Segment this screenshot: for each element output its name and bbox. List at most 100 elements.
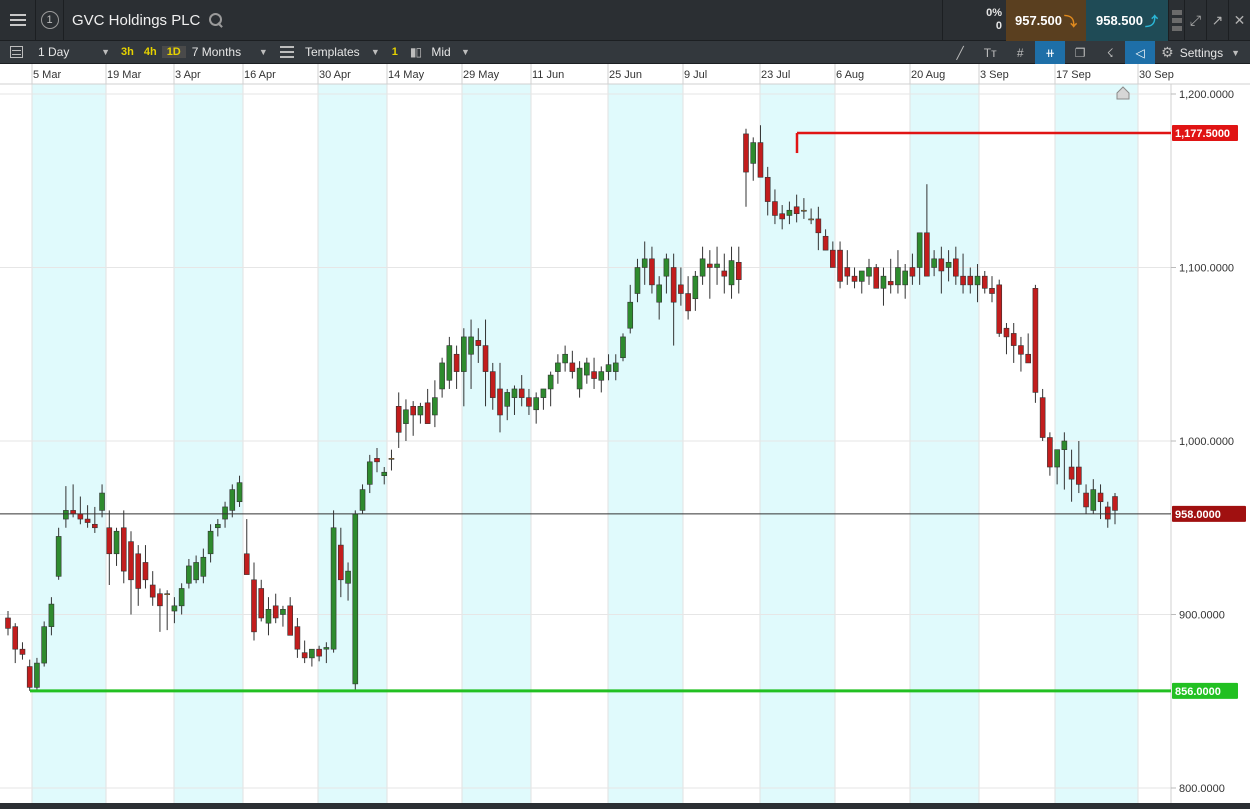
- candle-body: [34, 662, 40, 688]
- arrow-up-icon: ⤴: [1144, 13, 1158, 29]
- period-band: [1055, 84, 1138, 803]
- title-bar: 1 GVC Holdings PLC 0% 0 957.500 ⤵ 958.50…: [0, 0, 1250, 41]
- price-type-select[interactable]: ▮▯ Mid ▼: [404, 41, 476, 64]
- templates-select[interactable]: Templates ▼: [274, 41, 386, 64]
- candle-body: [135, 553, 142, 589]
- price-chart[interactable]: 5 Mar 19 Mar 3 Apr 16 Apr 30 Apr 14 May 29 May…: [0, 64, 1250, 809]
- candle-body: [475, 340, 482, 346]
- candle-body: [489, 371, 496, 398]
- chart-canvas[interactable]: 5 Mar 19 Mar 3 Apr 16 Apr 30 Apr 14 May 29 May…: [0, 64, 1250, 803]
- buy-price-button[interactable]: 958.500 ⤴: [1086, 0, 1168, 41]
- candle-body: [989, 288, 995, 294]
- candle-body: [128, 541, 134, 581]
- search-icon[interactable]: [208, 12, 224, 28]
- candle-body: [858, 270, 865, 282]
- candle-body: [757, 142, 764, 178]
- candle-body: [504, 392, 511, 407]
- candle-body: [960, 275, 966, 286]
- candle-body: [663, 258, 670, 277]
- candle-body: [735, 261, 742, 280]
- candle-body: [1003, 327, 1010, 338]
- crosshair-icon[interactable]: ⧺: [1035, 41, 1066, 64]
- candle-body: [1032, 288, 1039, 393]
- candle-body: [258, 588, 265, 619]
- quick-interval-3h[interactable]: 3h: [116, 46, 139, 58]
- range-value: 7 Months: [191, 45, 242, 59]
- candle-body: [533, 397, 539, 411]
- interval-select[interactable]: 1 Day ▼: [32, 41, 116, 64]
- date-label: 11 Jun: [532, 69, 564, 81]
- quick-interval-4h[interactable]: 4h: [139, 46, 162, 58]
- candle-body: [562, 353, 568, 364]
- candle-body: [309, 648, 315, 659]
- link-group-button[interactable]: 1: [36, 0, 64, 41]
- settings-label: Settings: [1179, 45, 1224, 60]
- change-percent: 0%: [986, 7, 1002, 19]
- candle-body: [63, 510, 69, 520]
- candle-body: [750, 142, 757, 164]
- candle-body: [26, 666, 33, 688]
- change-indicator: 0% 0: [942, 0, 1006, 41]
- order-book-icon[interactable]: [1168, 0, 1184, 41]
- candle-body: [193, 562, 199, 581]
- candle-body: [721, 270, 728, 277]
- candle-body: [381, 471, 388, 477]
- date-label: 6 Aug: [836, 69, 864, 81]
- text-tool-icon[interactable]: Tᴛ: [975, 41, 1005, 64]
- scrollbar-strip[interactable]: [0, 803, 1250, 809]
- candle-body: [707, 263, 713, 268]
- candle-body: [815, 218, 822, 234]
- popout-icon[interactable]: ↗: [1206, 0, 1228, 41]
- candle-body: [77, 513, 84, 520]
- candle-body: [497, 388, 503, 416]
- candle-body: [178, 588, 185, 607]
- date-label: 3 Apr: [175, 69, 201, 81]
- indicator-icon[interactable]: ☇: [1095, 41, 1125, 64]
- close-icon[interactable]: ✕: [1228, 0, 1250, 41]
- tag-icon[interactable]: ◁: [1125, 41, 1156, 64]
- grid-icon[interactable]: #: [1005, 41, 1035, 64]
- quick-interval-1d[interactable]: 1D: [161, 46, 186, 58]
- candle-body: [641, 258, 648, 268]
- price-label: 1,200.0000: [1179, 89, 1234, 101]
- candle-body: [48, 603, 55, 627]
- multi-chart-button[interactable]: 1: [386, 41, 404, 64]
- candle-body: [410, 405, 416, 416]
- candle-body: [345, 570, 351, 584]
- candle-body: [287, 605, 293, 636]
- templates-label: Templates: [304, 45, 360, 59]
- candle-body: [808, 218, 814, 221]
- candle-body: [511, 388, 518, 398]
- candle-body: [612, 362, 619, 372]
- multi-chart-count: 1: [391, 46, 398, 58]
- price-label: 900.0000: [1179, 610, 1225, 622]
- draw-line-icon[interactable]: ╱: [945, 41, 975, 64]
- instrument-list-icon[interactable]: [0, 41, 32, 64]
- candle-body: [851, 275, 858, 282]
- candle-body: [106, 527, 113, 555]
- candle-body: [953, 258, 959, 277]
- candle-body: [338, 544, 344, 581]
- instrument-name[interactable]: GVC Holdings PLC: [64, 12, 200, 29]
- candle-body: [634, 267, 641, 294]
- menu-icon[interactable]: [0, 0, 36, 41]
- candle-body: [149, 584, 156, 598]
- candle-body: [1083, 492, 1089, 508]
- candle-body: [164, 593, 170, 595]
- candle-body: [280, 608, 286, 615]
- candle-body: [830, 249, 836, 268]
- candle-body: [120, 527, 127, 572]
- date-label: 17 Sep: [1056, 69, 1091, 81]
- candle-body: [620, 336, 626, 359]
- candle-body: [432, 397, 438, 416]
- change-value: 0: [995, 20, 1002, 32]
- candle-body: [880, 275, 887, 289]
- sell-price-button[interactable]: 957.500 ⤵: [1006, 0, 1086, 41]
- settings-button[interactable]: ⚙ Settings ▼: [1155, 41, 1250, 64]
- range-select[interactable]: 7 Months ▼: [186, 41, 274, 64]
- candle-body: [215, 523, 221, 529]
- candle-body: [887, 281, 894, 286]
- expand-icon[interactable]: ⤢: [1184, 0, 1206, 41]
- candle-body: [229, 489, 236, 511]
- copy-icon[interactable]: ❐: [1065, 41, 1095, 64]
